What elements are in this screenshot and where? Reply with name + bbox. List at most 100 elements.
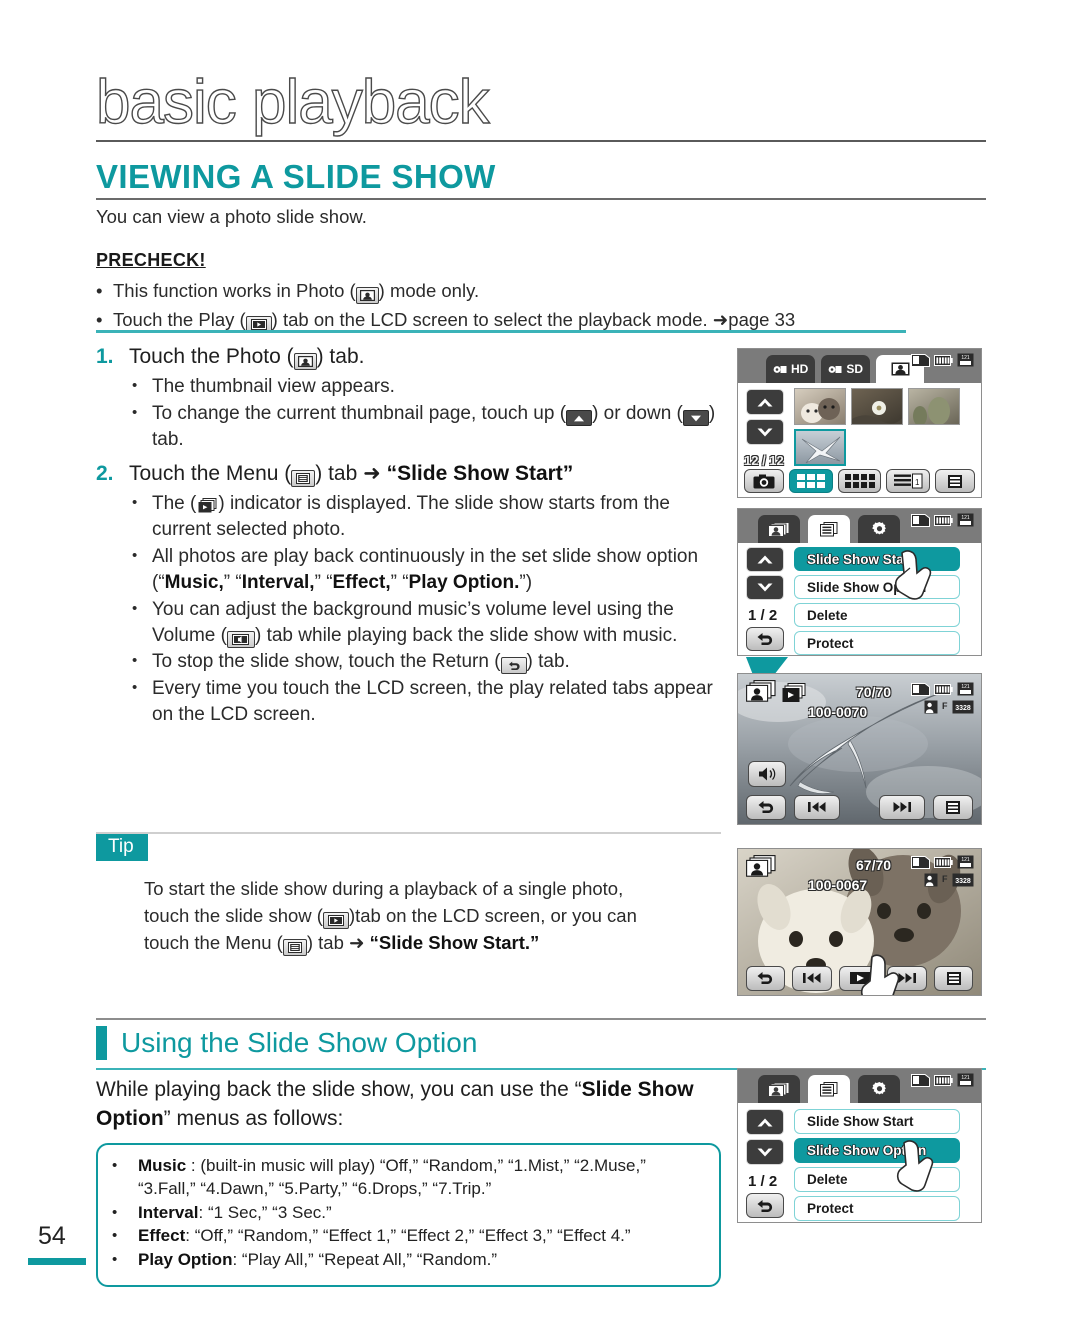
- lcd-menu-screen-2: 121 1 / 2 Slide Show Start Slide Show Op…: [737, 1068, 982, 1223]
- menu-icon[interactable]: [934, 965, 974, 991]
- volume-icon: [226, 630, 255, 648]
- prev-icon[interactable]: [791, 965, 833, 991]
- step-2-sublist: • The () indicator is displayed. The sli…: [132, 491, 721, 727]
- tab-settings[interactable]: [858, 515, 900, 543]
- tab-menu[interactable]: [808, 1075, 850, 1103]
- return-icon[interactable]: [746, 1193, 784, 1218]
- tab-photo[interactable]: [758, 515, 800, 543]
- sub-text: The thumbnail view appears.: [152, 375, 395, 397]
- photo-tab-icon: [891, 362, 910, 376]
- precheck-divider: [96, 330, 906, 333]
- resolution-icon: 3328: [952, 700, 974, 714]
- menu-item-label: Slide Show Option: [807, 579, 927, 595]
- sub-text: All photos are play back continuously in…: [152, 546, 699, 593]
- bullet-dot: •: [132, 494, 138, 512]
- menu-item-label: Protect: [807, 635, 854, 651]
- menu-icon[interactable]: [933, 794, 973, 820]
- menu-scroll-down-button[interactable]: [746, 575, 784, 600]
- sd-card-icon: [911, 513, 930, 527]
- list-item: • You can adjust the background music’s …: [132, 597, 721, 649]
- step-number: 1.: [96, 345, 114, 368]
- return-icon[interactable]: [746, 627, 784, 651]
- arrow-right-icon: ➜: [363, 462, 381, 486]
- grid-6-icon[interactable]: [788, 469, 833, 493]
- sd-card-icon: [911, 1073, 930, 1087]
- thumbnail-item[interactable]: [908, 388, 960, 425]
- tip-block: Tip To start the slide show during a pla…: [96, 832, 721, 956]
- thumbnail-page-up-button[interactable]: [746, 389, 784, 415]
- arrow-down-icon: [682, 410, 709, 427]
- menu-item-slide-show-start[interactable]: Slide Show Start: [794, 1109, 960, 1134]
- slideshow-icon[interactable]: [839, 965, 880, 991]
- tab-hd[interactable]: HD: [766, 355, 816, 383]
- camera-icon[interactable]: [744, 469, 784, 493]
- page-number-accent: [28, 1258, 86, 1265]
- settings-tab-icon: [871, 1082, 886, 1095]
- tab-photo[interactable]: [758, 1075, 800, 1103]
- menu-scroll-down-button[interactable]: [746, 1139, 784, 1165]
- menu-scroll-up-button[interactable]: [746, 1109, 784, 1135]
- status-icons-row1: 121: [911, 855, 974, 869]
- menu-item-slide-show-option[interactable]: Slide Show Option: [794, 575, 960, 599]
- option-value: “Play All,” “Repeat All,” “Random.”: [241, 1250, 498, 1270]
- step-1-sublist: • The thumbnail view appears. • To chang…: [132, 374, 721, 452]
- precheck-block: PRECHECK! • This function works in Photo…: [96, 250, 906, 336]
- tip-divider: [96, 832, 721, 834]
- menu-tab-icon: [820, 1081, 838, 1096]
- prev-icon[interactable]: [794, 794, 840, 820]
- thumbnail-item-selected[interactable]: [794, 429, 846, 466]
- option-item: • Interval: “1 Sec,” “3 Sec.”: [112, 1202, 705, 1225]
- photo-counter: 70/70: [856, 684, 892, 700]
- photo-counter: 67/70: [856, 857, 892, 873]
- menu-tab-icon: [820, 521, 838, 536]
- menu-item-label: Protect: [807, 1201, 854, 1216]
- bullet-dot: •: [132, 403, 138, 421]
- menu-item-slide-show-start[interactable]: Slide Show Start: [794, 547, 960, 571]
- sub-text: To change the current thumbnail page, to…: [152, 402, 716, 450]
- date-list-icon[interactable]: 1: [886, 469, 931, 493]
- step-number: 2.: [96, 462, 114, 486]
- play-icon: [322, 912, 349, 929]
- precheck-text-post: ) tab on the LCD screen to select the pl…: [271, 308, 796, 330]
- step-text: Touch the Menu () tab ➜ “Slide Show Star…: [129, 462, 574, 488]
- return-icon[interactable]: [746, 794, 786, 820]
- precheck-text-pre: Touch the Play (: [113, 308, 246, 330]
- menu-item-slide-show-option[interactable]: Slide Show Option: [794, 1138, 960, 1163]
- bullet-dot: •: [132, 547, 138, 565]
- sub-text: To stop the slide show, touch the Return…: [152, 651, 570, 675]
- volume-icon[interactable]: [748, 761, 786, 787]
- menu-scroll-up-button[interactable]: [746, 547, 784, 572]
- menu-icon[interactable]: [935, 469, 976, 493]
- svg-text:F: F: [942, 701, 948, 711]
- thumbnail-item[interactable]: [794, 388, 846, 425]
- bullet-dot: •: [112, 1157, 118, 1174]
- grid-12-icon[interactable]: [837, 469, 882, 493]
- next-icon[interactable]: [879, 794, 925, 820]
- menu-item-protect[interactable]: Protect: [794, 1196, 960, 1221]
- photo-tab-icon: [768, 521, 790, 537]
- battery-icon: [934, 354, 953, 366]
- remaining-count-icon: 121: [957, 682, 974, 696]
- next-icon[interactable]: [886, 965, 928, 991]
- bullet-dot: •: [112, 1227, 118, 1245]
- tab-sd[interactable]: SD: [821, 355, 871, 383]
- menu-item-delete[interactable]: Delete: [794, 603, 960, 627]
- precheck-item: • This function works in Photo () mode o…: [96, 278, 906, 305]
- svg-text:3328: 3328: [955, 878, 971, 885]
- return-icon[interactable]: [746, 965, 785, 991]
- menu-item-label: Slide Show Start: [807, 551, 914, 567]
- list-item: • To change the current thumbnail page, …: [132, 401, 721, 453]
- thumbnail-item[interactable]: [851, 388, 903, 425]
- tab-settings[interactable]: [858, 1075, 900, 1103]
- menu-item-delete[interactable]: Delete: [794, 1167, 960, 1192]
- bullet-dot: •: [132, 376, 138, 394]
- arrow-up-icon: [566, 410, 593, 427]
- tab-hd-label: HD: [791, 362, 809, 376]
- film-icon: [773, 365, 787, 373]
- menu-item-protect[interactable]: Protect: [794, 631, 960, 655]
- bullet-dot: •: [132, 652, 138, 670]
- thumbnail-page-down-button[interactable]: [746, 419, 784, 445]
- step-2: 2. Touch the Menu () tab ➜ “Slide Show S…: [96, 460, 721, 489]
- option-label: Music: [138, 1156, 187, 1175]
- tab-menu[interactable]: [808, 515, 850, 543]
